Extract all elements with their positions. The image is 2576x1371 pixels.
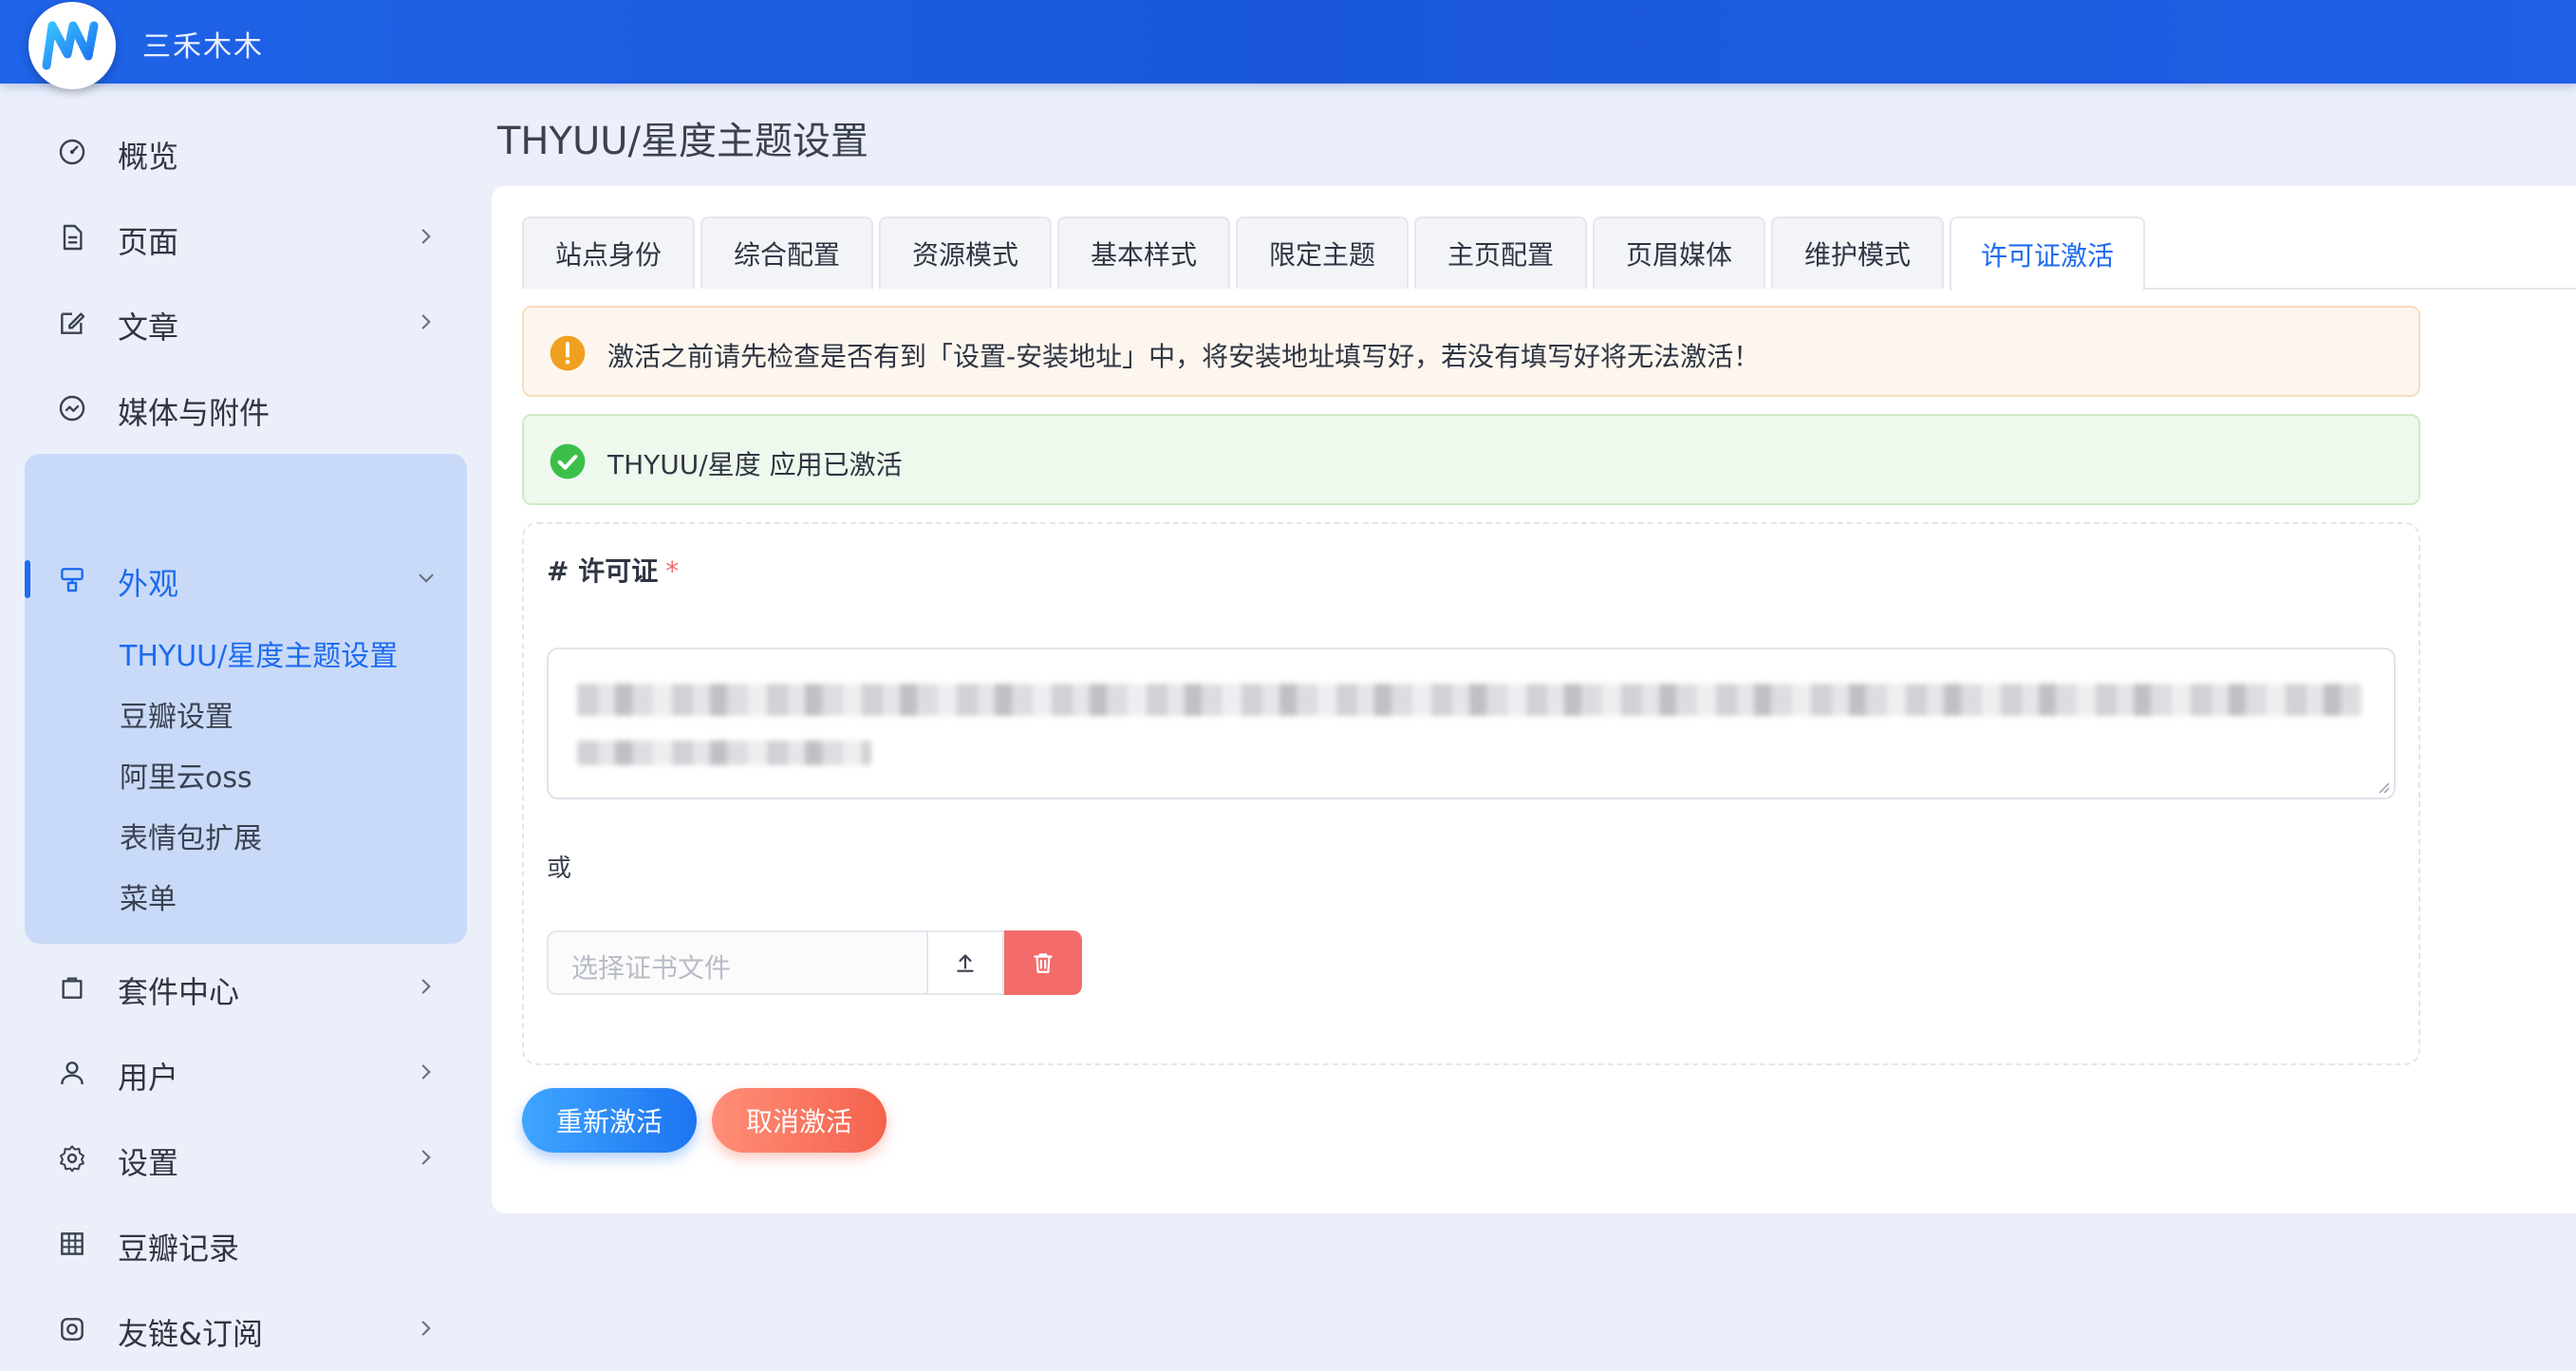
license-textarea[interactable] (547, 648, 2396, 799)
logo-mark-icon (42, 21, 99, 70)
warning-icon (550, 335, 586, 371)
submenu-item-theme-settings[interactable]: THYUU/星度主题设置 (120, 632, 398, 674)
chevron-down-icon (419, 573, 434, 583)
certificate-file-input[interactable]: 选择证书文件 (547, 930, 926, 995)
or-separator: 或 (547, 855, 572, 883)
tab-homepage-config[interactable]: 主页配置 (1414, 216, 1587, 289)
chevron-right-icon (421, 1064, 431, 1080)
sidebar-item-label: 友链&订阅 (118, 1316, 263, 1352)
tab-resource-mode[interactable]: 资源模式 (879, 216, 1052, 289)
redacted-license-line (577, 684, 2361, 716)
warning-text: 激活之前请先检查是否有到「设置-安装地址」中，将安装地址填写好，若没有填写好将无… (607, 341, 1761, 372)
sidebar-item-label: 文章 (118, 310, 179, 346)
license-label-text: # 许可证 (547, 555, 659, 587)
sidebar-item-overview[interactable]: 概览 (25, 116, 467, 188)
sidebar-item-posts[interactable]: 文章 (25, 287, 467, 359)
submenu-item-aliyun-oss[interactable]: 阿里云oss (120, 754, 252, 796)
deactivate-button[interactable]: 取消激活 (712, 1088, 887, 1153)
page-title: THYUU/星度主题设置 (497, 120, 868, 163)
license-label: # 许可证 * (547, 551, 679, 589)
upload-icon (957, 954, 974, 972)
sidebar-item-users[interactable]: 用户 (25, 1037, 467, 1109)
sidebar-item-douban-records[interactable]: 豆瓣记录 (25, 1208, 467, 1280)
tab-general-config[interactable]: 综合配置 (700, 216, 873, 289)
chevron-right-icon (421, 229, 431, 244)
link-icon (61, 1318, 84, 1341)
edit-icon (61, 312, 85, 334)
tab-limited-theme[interactable]: 限定主题 (1236, 216, 1409, 289)
sidebar-item-label: 豆瓣记录 (118, 1230, 240, 1267)
chevron-right-icon (421, 1321, 431, 1336)
reactivate-button[interactable]: 重新激活 (522, 1088, 697, 1153)
sidebar-item-label: 设置 (118, 1145, 179, 1181)
submenu-item-douban-settings[interactable]: 豆瓣设置 (120, 693, 233, 735)
required-mark: * (665, 555, 680, 587)
tab-maintenance-mode[interactable]: 维护模式 (1771, 216, 1944, 289)
tab-header-media[interactable]: 页眉媒体 (1593, 216, 1765, 289)
sidebar-group-appearance (25, 454, 467, 944)
top-header: 三禾木木 (0, 0, 2576, 89)
success-alert: THYUU/星度 应用已激活 (522, 414, 2420, 505)
sidebar-item-label: 页面 (118, 224, 179, 260)
site-name[interactable]: 三禾木木 (142, 23, 264, 65)
delete-button[interactable] (1004, 930, 1082, 995)
brush-icon (61, 568, 84, 592)
sidebar-item-appearance[interactable]: 外观 (25, 543, 467, 615)
redacted-license-line (577, 741, 871, 765)
sidebar-item-label: 外观 (118, 566, 179, 602)
sidebar-item-label: 套件中心 (118, 974, 240, 1010)
submenu-item-emoji-extension[interactable]: 表情包扩展 (120, 815, 262, 856)
sidebar-item-pages[interactable]: 页面 (25, 201, 467, 273)
media-icon (59, 395, 85, 422)
tab-site-identity[interactable]: 站点身份 (522, 216, 695, 289)
chevron-right-icon (421, 314, 431, 329)
document-icon (63, 224, 83, 251)
resize-handle-icon[interactable] (2375, 779, 2390, 794)
gauge-icon (59, 139, 85, 165)
upload-button[interactable] (926, 930, 1004, 995)
sidebar-item-media[interactable]: 媒体与附件 (25, 372, 467, 444)
tab-license-activation[interactable]: 许可证激活 (1950, 216, 2145, 291)
submenu-item-menus[interactable]: 菜单 (120, 875, 177, 917)
tab-basic-style[interactable]: 基本样式 (1057, 216, 1230, 289)
chevron-right-icon (421, 979, 431, 994)
warning-alert: 激活之前请先检查是否有到「设置-安装地址」中，将安装地址填写好，若没有填写好将无… (522, 306, 2420, 397)
sidebar-item-label: 媒体与附件 (118, 395, 271, 431)
success-text: THYUU/星度 应用已激活 (607, 449, 903, 480)
sidebar-item-links[interactable]: 友链&订阅 (25, 1293, 467, 1365)
gear-icon (60, 1145, 84, 1173)
chevron-right-icon (421, 1150, 431, 1165)
grid-icon (61, 1232, 84, 1255)
bag-icon (62, 977, 83, 999)
check-circle-icon (550, 443, 586, 479)
sidebar-item-settings[interactable]: 设置 (25, 1122, 467, 1194)
user-icon (61, 1061, 84, 1085)
sidebar-item-plugins[interactable]: 套件中心 (25, 951, 467, 1024)
trash-icon (1034, 953, 1053, 973)
tabs-divider (2145, 288, 2576, 290)
sidebar-item-label: 概览 (118, 139, 179, 175)
site-logo[interactable] (28, 2, 116, 89)
sidebar-item-label: 用户 (118, 1060, 179, 1096)
